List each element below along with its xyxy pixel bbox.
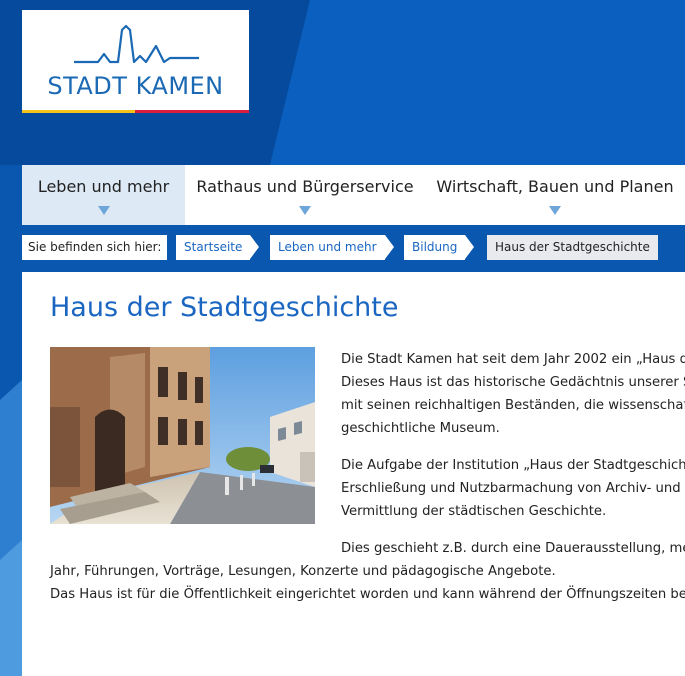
chevron-down-icon xyxy=(97,206,110,215)
logo-stripe-yellow xyxy=(22,110,135,113)
main-content: Haus der Stadtgeschichte Die Stadt Kamen… xyxy=(22,272,685,676)
breadcrumb-startseite[interactable]: Startseite xyxy=(176,235,260,260)
text-line: Jahr, Führungen, Vorträge, Lesungen, Kon… xyxy=(50,564,556,579)
breadcrumb-label: Sie befinden sich hier: xyxy=(22,235,168,260)
activities-paragraph-start: Dies geschieht z.B. durch eine Dauerauss… xyxy=(341,537,685,560)
text-line: Das Haus ist für die Öffentlichkeit eing… xyxy=(50,587,685,602)
text-line: mit seinen reichhaltigen Beständen, die … xyxy=(341,398,685,413)
chevron-down-icon xyxy=(299,206,311,215)
text-line: Die Stadt Kamen hat seit dem Jahr 2002 e… xyxy=(341,352,685,367)
nav-item-rathaus[interactable]: Rathaus und Bürgerservice xyxy=(185,165,425,225)
text-line: Vermittlung der städtischen Geschichte. xyxy=(341,504,607,519)
logo-text: STADT KAMEN xyxy=(47,72,224,100)
breadcrumb-bildung[interactable]: Bildung xyxy=(404,235,475,260)
text-line: Dies geschieht z.B. durch eine Dauerauss… xyxy=(341,541,685,556)
nav-item-label: Leben und mehr xyxy=(37,177,170,196)
nav-item-label: Wirtschaft, Bauen und Planen xyxy=(436,177,674,196)
logo-stripe-red xyxy=(135,110,249,113)
chevron-down-icon xyxy=(549,206,561,215)
text-line: Dieses Haus ist das historische Gedächtn… xyxy=(341,375,685,390)
nav-item-label: Rathaus und Bürgerservice xyxy=(196,177,414,196)
nav-item-wirtschaft[interactable]: Wirtschaft, Bauen und Planen xyxy=(425,165,685,225)
breadcrumb-current: Haus der Stadtgeschichte xyxy=(487,235,658,260)
building-photo xyxy=(50,347,315,524)
text-line: Erschließung und Nutzbarmachung von Arch… xyxy=(341,481,681,496)
breadcrumb-leben-und-mehr[interactable]: Leben und mehr xyxy=(270,235,394,260)
skyline-icon xyxy=(74,24,199,64)
activities-paragraph-rest: Jahr, Führungen, Vorträge, Lesungen, Kon… xyxy=(50,560,685,606)
breadcrumb: Sie befinden sich hier: Startseite Leben… xyxy=(22,235,685,260)
nav-item-leben[interactable]: Leben und mehr xyxy=(22,165,185,225)
intro-paragraph: Die Stadt Kamen hat seit dem Jahr 2002 e… xyxy=(341,348,685,440)
text-line: geschichtliche Museum. xyxy=(341,421,500,436)
text-line: Die Aufgabe der Institution „Haus der St… xyxy=(341,458,685,473)
main-navigation: Leben und mehr Rathaus und Bürgerservice… xyxy=(22,165,685,225)
page-title: Haus der Stadtgeschichte xyxy=(50,292,399,323)
city-logo[interactable]: STADT KAMEN xyxy=(22,10,249,113)
task-paragraph: Die Aufgabe der Institution „Haus der St… xyxy=(341,454,685,523)
